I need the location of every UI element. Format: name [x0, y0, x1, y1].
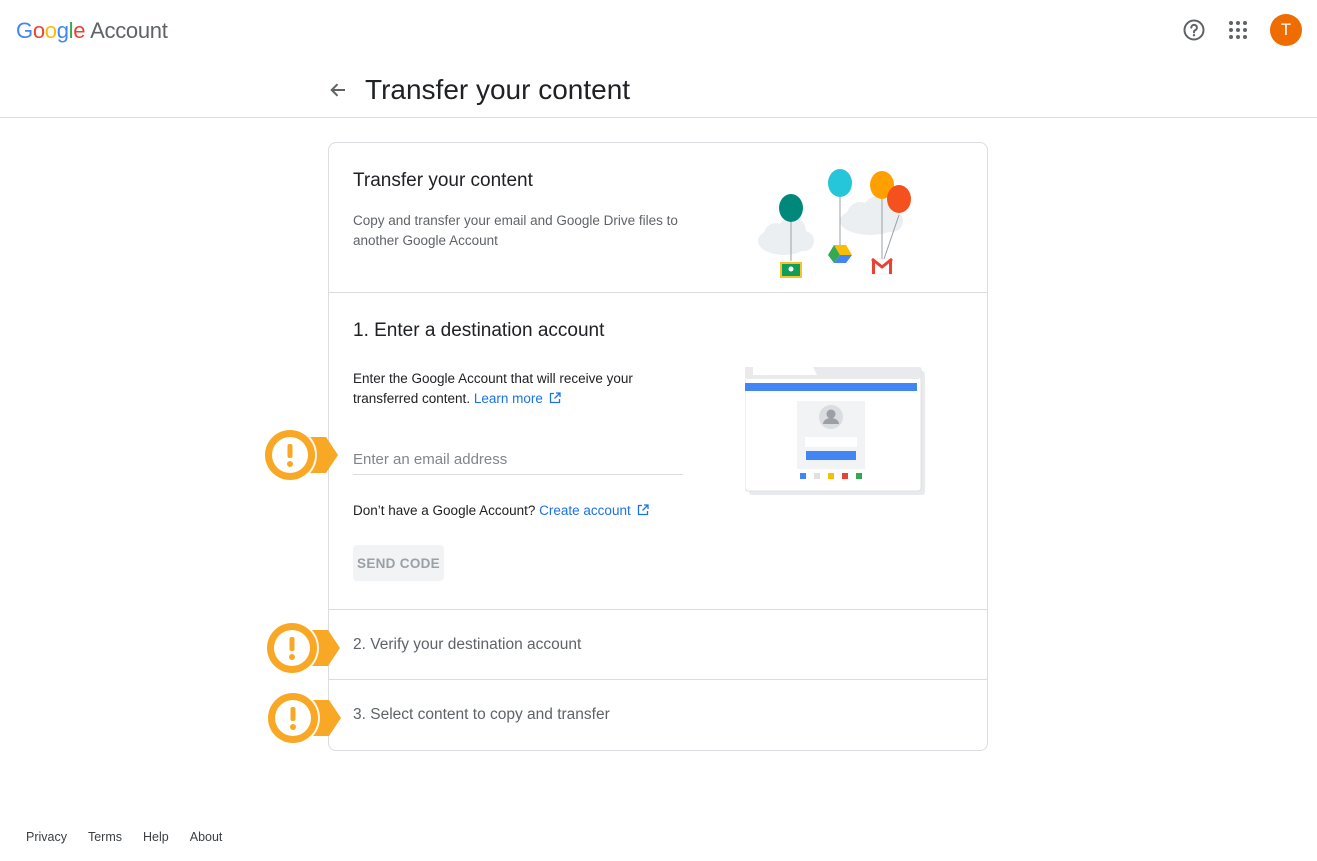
- step1-description: Enter the Google Account that will recei…: [353, 369, 683, 410]
- warning-marker-icon: [265, 621, 340, 675]
- step1-title: 1. Enter a destination account: [353, 320, 605, 341]
- step2-section[interactable]: 2. Verify your destination account: [329, 610, 987, 680]
- step3-title[interactable]: 3. Select content to copy and transfer: [353, 705, 610, 725]
- browser-signin-illustration: [745, 367, 925, 495]
- help-icon[interactable]: [1180, 16, 1208, 44]
- open-in-new-icon[interactable]: [549, 390, 561, 410]
- intro-title: Transfer your content: [353, 170, 533, 191]
- logo-letter: e: [73, 18, 86, 43]
- footer-link-terms[interactable]: Terms: [88, 829, 122, 845]
- footer-link-help[interactable]: Help: [143, 829, 169, 845]
- apps-grid-icon[interactable]: [1224, 16, 1252, 44]
- arrow-back-icon[interactable]: [324, 76, 352, 104]
- transfer-card: Transfer your content Copy and transfer …: [328, 142, 988, 751]
- page-title: Transfer your content: [365, 74, 631, 105]
- top-bar: Google Account T: [0, 0, 1317, 62]
- open-in-new-icon[interactable]: [637, 502, 649, 522]
- create-account-link[interactable]: Create account: [539, 503, 631, 518]
- footer-link-privacy[interactable]: Privacy: [26, 829, 67, 845]
- email-input[interactable]: [353, 445, 683, 475]
- intro-description: Copy and transfer your email and Google …: [353, 213, 678, 248]
- avatar[interactable]: T: [1270, 14, 1302, 46]
- logo-product-name: Account: [90, 18, 168, 43]
- google-account-logo[interactable]: Google Account: [16, 18, 168, 44]
- balloons-illustration: [758, 169, 911, 278]
- logo-letter: G: [16, 18, 33, 43]
- logo-letter: o: [44, 18, 57, 43]
- logo-letter: g: [56, 18, 69, 43]
- step2-title[interactable]: 2. Verify your destination account: [353, 635, 581, 655]
- no-account-row: Don’t have a Google Account? Create acco…: [353, 501, 649, 522]
- logo-letter: o: [32, 18, 45, 43]
- warning-marker-icon: [266, 691, 341, 745]
- no-account-text: Don’t have a Google Account?: [353, 503, 536, 518]
- warning-marker-icon: [263, 428, 338, 482]
- footer-link-about[interactable]: About: [190, 829, 223, 845]
- send-code-button[interactable]: SEND CODE: [353, 545, 444, 581]
- page-header: Transfer your content: [0, 62, 1317, 118]
- footer: Privacy Terms Help About: [26, 829, 243, 845]
- intro-section: Transfer your content Copy and transfer …: [329, 143, 987, 293]
- learn-more-link[interactable]: Learn more: [474, 391, 543, 406]
- step1-section: 1. Enter a destination account Enter the…: [329, 293, 987, 610]
- step3-section[interactable]: 3. Select content to copy and transfer: [329, 680, 987, 750]
